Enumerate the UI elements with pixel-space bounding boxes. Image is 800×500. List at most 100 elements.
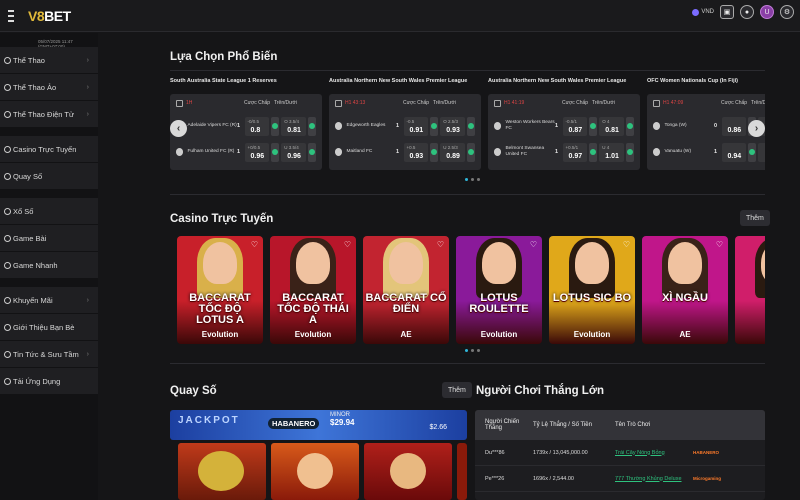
favorite-heart-icon[interactable]: ♡ — [344, 240, 351, 249]
carousel-dots[interactable] — [465, 349, 480, 352]
odd-toggle[interactable] — [747, 142, 757, 162]
casino-title: Casino Trực Tuyến — [170, 213, 274, 225]
odd-toggle[interactable] — [588, 116, 598, 136]
slot-game-god[interactable] — [271, 443, 359, 500]
over-under-odd[interactable]: U 4 1.01 — [599, 142, 624, 162]
sidebar-item[interactable]: Khuyến Mãi › — [0, 287, 98, 313]
favorite-heart-icon[interactable]: ♡ — [437, 240, 444, 249]
sidebar-item[interactable]: Game Bài — [0, 225, 98, 251]
handicap-odd[interactable]: -0.5 0.91 — [403, 116, 428, 136]
casino-game-card[interactable]: ♡ LOTUS SIC BO Evolution — [549, 236, 635, 344]
odd-toggle[interactable] — [307, 116, 316, 136]
team-crest-icon — [335, 148, 343, 156]
team-crest-icon — [176, 148, 184, 156]
odd-toggle[interactable] — [625, 116, 634, 136]
handicap-odd[interactable]: 0.94 — [721, 142, 746, 162]
team-score: 1 — [396, 123, 400, 129]
game-link[interactable]: Trái Cây Nóng Bỏng — [615, 450, 665, 456]
casino-game-card[interactable]: ♡ BACCARAT TỐC ĐỘ THÁI A Evolution — [270, 236, 356, 344]
coin-icon — [692, 8, 700, 16]
casino-more-button[interactable]: Thêm — [740, 210, 770, 226]
casino-game-card[interactable]: ♡ BACCARAT TỐC ĐỘ LOTUS A Evolution — [177, 236, 263, 344]
team-crest-icon — [653, 148, 661, 156]
lottery-more-button[interactable]: Thêm — [442, 382, 472, 398]
over-under-odd[interactable] — [758, 142, 765, 162]
currency-balance[interactable]: VND — [692, 8, 714, 16]
casino-game-card[interactable]: ♡ LOTUS ROULETTE Evolution — [456, 236, 542, 344]
match-card[interactable]: OFC Women Nationals Cup (In Fiji) H1 47:0… — [647, 78, 765, 170]
col-over-under: Trên/Dưới — [274, 100, 297, 106]
sidebar-item[interactable]: Game Nhanh — [0, 252, 98, 278]
avatar[interactable]: U — [760, 5, 774, 19]
provider-logo: Evolution — [201, 330, 239, 339]
handicap-odd[interactable]: +0.5/1 0.97 — [562, 142, 587, 162]
sidebar-item[interactable]: Giới Thiệu Bạn Bè — [0, 314, 98, 340]
handicap-odd[interactable]: 0.86 — [721, 116, 746, 136]
prev-arrow-icon[interactable]: ‹ — [170, 120, 187, 137]
casino-game-card[interactable]: ♡ BACCARAT CỔ ĐIỂN AE — [363, 236, 449, 344]
over-under-odd[interactable]: O 3.5/4 0.81 — [281, 116, 306, 136]
wallet-icon[interactable]: ▣ — [720, 5, 734, 19]
odd-toggle[interactable] — [466, 142, 475, 162]
sidebar-item[interactable]: Xổ Số — [0, 198, 98, 224]
odd-toggle[interactable] — [588, 142, 598, 162]
odd-toggle[interactable] — [307, 142, 316, 162]
sidebar-item[interactable]: Thể Thao › — [0, 47, 98, 73]
odd-toggle[interactable] — [625, 142, 634, 162]
carousel-dots[interactable] — [465, 178, 480, 181]
odd-toggle[interactable] — [270, 142, 280, 162]
slot-game-emperor[interactable] — [364, 443, 452, 500]
sidebar-menu: Thể Thao › Thể Thao Ảo › Thể Thao Điện Tử › Ca… — [0, 47, 98, 394]
live-dot-icon — [749, 149, 756, 155]
sidebar-item[interactable]: Thể Thao Ảo › — [0, 74, 98, 100]
league-name: Australia Northern New South Wales Premi… — [488, 78, 627, 84]
odd-toggle[interactable] — [429, 142, 439, 162]
next-arrow-icon[interactable]: › — [748, 120, 765, 137]
handicap-odd[interactable]: +0.5 0.93 — [403, 142, 428, 162]
live-dot-icon — [272, 123, 279, 129]
over-under-odd[interactable]: U 3.5/4 0.96 — [281, 142, 306, 162]
sidebar-item[interactable]: Casino Trực Tuyến — [0, 136, 98, 162]
winners-rows: Du***86 1739x / 13,045,000.00 Trái Cây Nón… — [475, 440, 765, 492]
sidebar-item[interactable]: Tin Tức & Sưu Tầm › — [0, 341, 98, 367]
sidebar-item[interactable]: Tải Ứng Dụng — [0, 368, 98, 394]
game-link[interactable]: 777 Thường Khủng Deluxe — [615, 476, 682, 482]
live-dot-icon — [626, 149, 633, 155]
settings-icon[interactable]: ⚙ — [780, 5, 794, 19]
sidebar-item[interactable]: Thể Thao Điện Tử › — [0, 101, 98, 127]
odd-toggle[interactable] — [270, 116, 280, 136]
team-row: Maitland FC 1 +0.5 0.93 U 2.5/3 0.89 — [335, 142, 477, 162]
match-card[interactable]: Australia Northern New South Wales Premi… — [488, 78, 640, 170]
menu-item-icon — [4, 377, 11, 385]
casino-game-card[interactable]: ♡RO — [735, 236, 765, 344]
jackpot-banner[interactable]: JACKPOT HABANERO MINOR $29.94 $2.66 — [170, 410, 467, 440]
winners-table: Người Chiến Thắng Tỷ Lệ Thắng / Số Tiền … — [475, 410, 765, 500]
favorite-heart-icon[interactable]: ♡ — [623, 240, 630, 249]
notification-icon[interactable]: ● — [740, 5, 754, 19]
match-header: H1 43:13 Cược Chấp Trên/Dưới — [335, 100, 477, 107]
handicap-odd[interactable]: +0/0.5 0.96 — [244, 142, 269, 162]
slot-game-dragon[interactable] — [178, 443, 266, 500]
sidebar-item[interactable]: Quay Số — [0, 163, 98, 189]
favorite-heart-icon[interactable]: ♡ — [716, 240, 723, 249]
match-card[interactable]: Australia Northern New South Wales Premi… — [329, 78, 481, 170]
favorite-heart-icon[interactable]: ♡ — [530, 240, 537, 249]
provider-logo: AE — [679, 330, 691, 339]
match-card[interactable]: South Australia State League 1 Reserves 1… — [170, 78, 322, 170]
handicap-odd[interactable]: -0.5/1 0.87 — [562, 116, 587, 136]
over-under-odd[interactable]: O 4 0.81 — [599, 116, 624, 136]
team-name: Adelaide Vipers FC (R) — [187, 123, 237, 128]
over-under-odd[interactable]: U 2.5/3 0.89 — [440, 142, 465, 162]
odd-toggle[interactable] — [466, 116, 475, 136]
odd-toggle[interactable] — [429, 116, 439, 136]
match-header: H1 41:19 Cược Chấp Trên/Dưới — [494, 100, 636, 107]
casino-game-card[interactable]: ♡ XÌ NGẦU AE — [642, 236, 728, 344]
over-under-odd[interactable]: O 2.5/3 0.93 — [440, 116, 465, 136]
site-logo[interactable]: V8BET — [28, 8, 71, 24]
hamburger-menu-icon[interactable] — [2, 2, 20, 30]
slot-game-partial[interactable] — [457, 443, 467, 500]
handicap-odd[interactable]: -0/0.5 0.8 — [244, 116, 269, 136]
team-row: Adelaide Vipers FC (R) 1 -0/0.5 0.8 O 3.5/4 0… — [176, 116, 318, 136]
favorite-heart-icon[interactable]: ♡ — [251, 240, 258, 249]
game-name: BACCARAT CỔ ĐIỂN — [365, 292, 447, 315]
